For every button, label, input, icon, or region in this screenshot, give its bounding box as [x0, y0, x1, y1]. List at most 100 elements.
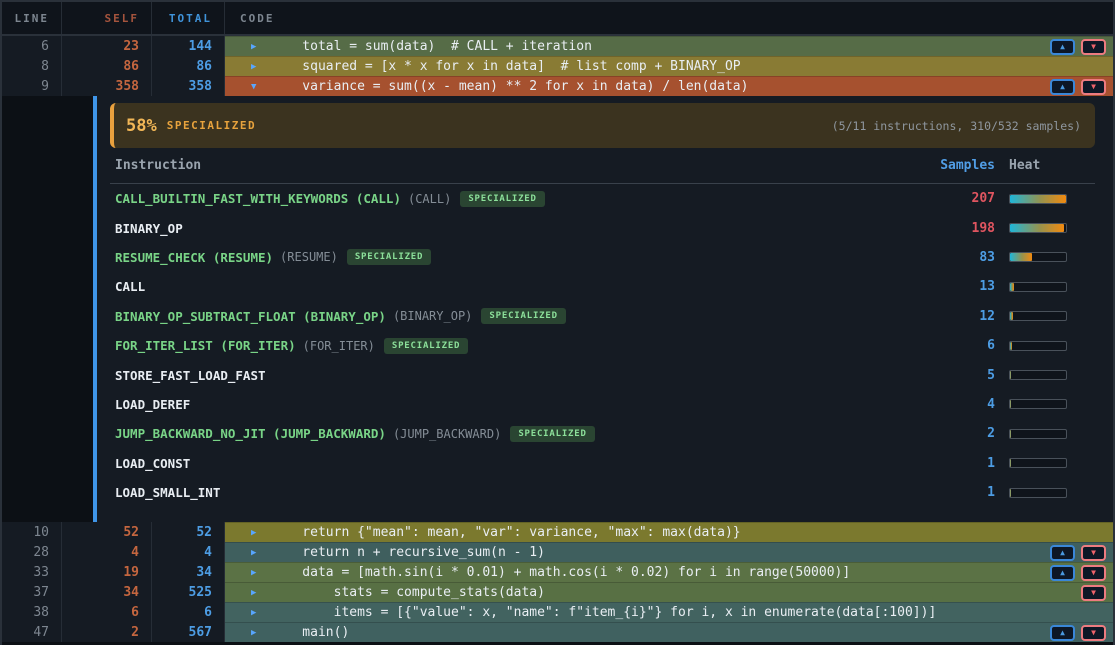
jump-up-button[interactable]: ▲ [1050, 565, 1075, 581]
specialized-badge: SPECIALIZED [481, 308, 565, 324]
instruction-name-cell: BINARY_OP_SUBTRACT_FLOAT (BINARY_OP) (BI… [110, 308, 905, 324]
code-cell[interactable]: ▶ stats = compute_stats(data) ▼ [225, 582, 1113, 602]
instruction-name-cell: LOAD_DEREF [110, 397, 905, 412]
self-samples-value: 358 [62, 76, 152, 96]
line-number: 38 [2, 602, 62, 622]
code-cell[interactable]: ▶ main() ▲ ▼ [225, 622, 1113, 642]
jump-up-button[interactable]: ▲ [1050, 625, 1075, 641]
jump-up-button[interactable]: ▲ [1050, 79, 1075, 95]
heat-bar-track [1009, 370, 1067, 380]
opcode-name: RESUME_CHECK (RESUME) [115, 250, 273, 265]
total-samples-value: 144 [152, 36, 225, 56]
opcode-name: BINARY_OP_SUBTRACT_FLOAT (BINARY_OP) [115, 309, 386, 324]
code-cell[interactable]: ▶ total = sum(data) # CALL + iteration ▲… [225, 36, 1113, 56]
expand-icon[interactable]: ▶ [251, 628, 261, 638]
table-row: 47 2 567 ▶ main() ▲ ▼ [2, 622, 1113, 642]
code-text: main() [271, 625, 349, 640]
instruction-row: FOR_ITER_LIST (FOR_ITER) (FOR_ITER) SPEC… [110, 331, 1095, 360]
jump-down-button[interactable]: ▼ [1081, 565, 1106, 581]
expand-icon[interactable]: ▶ [251, 608, 261, 618]
specialized-badge: SPECIALIZED [460, 191, 544, 207]
jump-down-button[interactable]: ▼ [1081, 545, 1106, 561]
heat-bar-fill [1010, 459, 1011, 467]
line-number: 6 [2, 36, 62, 56]
jump-up-button[interactable]: ▲ [1050, 39, 1075, 55]
instruction-heat-cell [995, 488, 1095, 498]
jump-down-button[interactable]: ▼ [1081, 585, 1106, 601]
jump-up-button[interactable]: ▲ [1050, 545, 1075, 561]
column-header-line: LINE [2, 2, 62, 34]
code-text: total = sum(data) # CALL + iteration [271, 39, 592, 54]
expand-icon[interactable]: ▶ [251, 42, 261, 52]
instruction-name-cell: BINARY_OP [110, 221, 905, 236]
instruction-heat-cell [995, 252, 1095, 262]
profiler-app: LINE SELF TOTAL CODE 6 23 144 ▶ total = … [0, 0, 1115, 645]
instruction-heat-cell [995, 282, 1095, 292]
heat-bar-track [1009, 252, 1067, 262]
instruction-name-cell: RESUME_CHECK (RESUME) (RESUME) SPECIALIZ… [110, 249, 905, 265]
code-cell[interactable]: ▶ data = [math.sin(i * 0.01) + math.cos(… [225, 562, 1113, 582]
heat-bar-track [1009, 341, 1067, 351]
table-row: 10 52 52 ▶ return {"mean": mean, "var": … [2, 522, 1113, 542]
instruction-samples: 4 [905, 397, 995, 412]
total-samples-value: 567 [152, 622, 225, 642]
instruction-table-header: Instruction Samples Heat [110, 148, 1095, 184]
instruction-heat-cell [995, 429, 1095, 439]
code-cell[interactable]: ▶ return {"mean": mean, "var": variance,… [225, 522, 1113, 542]
jump-down-button[interactable]: ▼ [1081, 39, 1106, 55]
expand-icon[interactable]: ▶ [251, 62, 261, 72]
code-cell[interactable]: ▶ items = [{"value": x, "name": f"item_{… [225, 602, 1113, 622]
instruction-row: BINARY_OP 198 [110, 213, 1095, 242]
row-buttons: ▲ ▼ [1050, 545, 1106, 561]
instruction-row: STORE_FAST_LOAD_FAST 5 [110, 360, 1095, 389]
instruction-name-cell: STORE_FAST_LOAD_FAST [110, 368, 905, 383]
table-row: 9 358 358 ▼ variance = sum((x - mean) **… [2, 76, 1113, 96]
instruction-column-header: Instruction [110, 158, 905, 173]
opcode-name: STORE_FAST_LOAD_FAST [115, 368, 266, 383]
total-samples-value: 86 [152, 56, 225, 76]
row-buttons: ▲ ▼ [1050, 79, 1106, 95]
opcode-name: CALL_BUILTIN_FAST_WITH_KEYWORDS (CALL) [115, 191, 401, 206]
self-samples-value: 34 [62, 582, 152, 602]
table-row: 6 23 144 ▶ total = sum(data) # CALL + it… [2, 36, 1113, 56]
instruction-samples: 198 [905, 221, 995, 236]
expand-icon[interactable]: ▶ [251, 568, 261, 578]
column-header-code: CODE [225, 2, 1113, 34]
code-rows-bottom: 10 52 52 ▶ return {"mean": mean, "var": … [2, 522, 1113, 642]
instruction-samples: 1 [905, 456, 995, 471]
code-cell[interactable]: ▶ squared = [x * x for x in data] # list… [225, 56, 1113, 76]
code-text: data = [math.sin(i * 0.01) + math.cos(i … [271, 565, 850, 580]
jump-down-button[interactable]: ▼ [1081, 625, 1106, 641]
code-text: stats = compute_stats(data) [271, 585, 545, 600]
instruction-list: CALL_BUILTIN_FAST_WITH_KEYWORDS (CALL) (… [110, 184, 1095, 507]
expand-icon[interactable]: ▶ [251, 528, 261, 538]
heat-bar-fill [1010, 253, 1032, 261]
opcode-name: BINARY_OP [115, 221, 183, 236]
expand-icon[interactable]: ▶ [251, 588, 261, 598]
opcode-base-name: (BINARY_OP) [393, 309, 472, 323]
opcode-name: JUMP_BACKWARD_NO_JIT (JUMP_BACKWARD) [115, 426, 386, 441]
heat-bar-fill [1010, 312, 1013, 320]
table-row: 38 6 6 ▶ items = [{"value": x, "name": f… [2, 602, 1113, 622]
instruction-name-cell: LOAD_SMALL_INT [110, 485, 905, 500]
specialized-label: SPECIALIZED [167, 119, 256, 132]
column-header-self: SELF [62, 2, 152, 34]
code-cell[interactable]: ▶ return n + recursive_sum(n - 1) ▲ ▼ [225, 542, 1113, 562]
instruction-heat-cell [995, 458, 1095, 468]
heat-bar-track [1009, 399, 1067, 409]
row-buttons: ▼ [1081, 585, 1106, 601]
code-cell[interactable]: ▼ variance = sum((x - mean) ** 2 for x i… [225, 76, 1113, 96]
collapse-icon[interactable]: ▼ [251, 82, 261, 92]
heat-bar-fill [1010, 371, 1011, 379]
instruction-row: LOAD_CONST 1 [110, 449, 1095, 478]
heat-bar-fill [1010, 342, 1012, 350]
instruction-row: BINARY_OP_SUBTRACT_FLOAT (BINARY_OP) (BI… [110, 302, 1095, 331]
panel-body: 58% SPECIALIZED (5/11 instructions, 310/… [97, 96, 1113, 522]
expand-icon[interactable]: ▶ [251, 548, 261, 558]
heat-bar-track [1009, 223, 1067, 233]
heat-bar-track [1009, 488, 1067, 498]
line-number: 28 [2, 542, 62, 562]
jump-down-button[interactable]: ▼ [1081, 79, 1106, 95]
heat-bar-fill [1010, 430, 1011, 438]
self-samples-value: 23 [62, 36, 152, 56]
